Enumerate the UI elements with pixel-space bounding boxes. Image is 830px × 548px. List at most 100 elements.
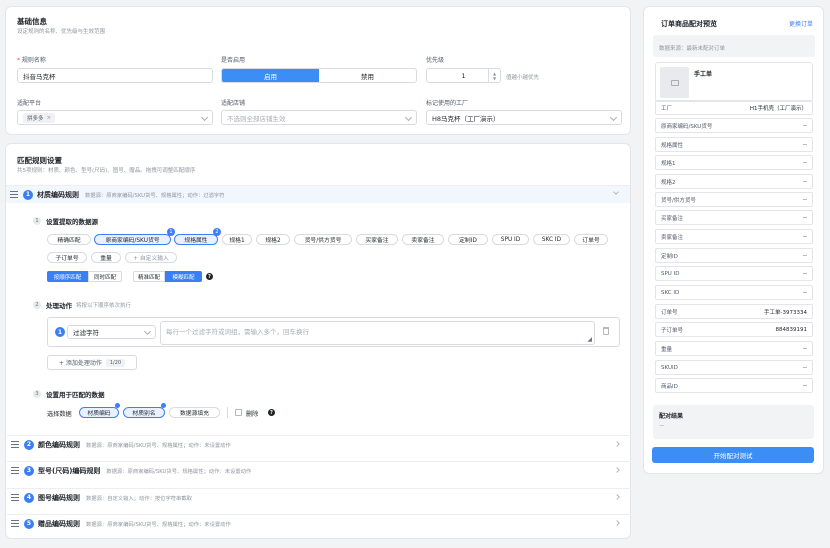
rule-row-material[interactable]: 1 材质编码规则 数据源：原商家编码/SKU货号、规格属性；动作：过滤字符 [6, 185, 630, 203]
preview-row-key: 定制ID [661, 253, 678, 260]
preview-row-key: 原商家编码/SKU货号 [661, 123, 713, 130]
tag-close-icon[interactable]: × [47, 115, 52, 121]
rule-row-size[interactable]: 3 型号(尺码)编码规则 数据源：原商家编码/SKU货号、规格属性；动作：未设置… [7, 461, 631, 479]
start-test-button[interactable]: 开始配对测试 [652, 447, 814, 463]
preview-row-value: 手工单-3973334 [764, 309, 807, 316]
add-action-button[interactable]: + 添加处理动作 1/20 [47, 355, 137, 370]
enabled-off-option[interactable]: 禁用 [319, 69, 416, 82]
chip-db-fill[interactable]: 数据源填充 [169, 407, 220, 418]
enabled-label: 是否启用 [221, 57, 246, 64]
preview-row-key: SKC ID [661, 289, 680, 296]
image-placeholder-icon [670, 79, 679, 86]
delete-label: 删除 [246, 411, 259, 418]
action-select[interactable]: 过滤字符 [67, 325, 156, 339]
preview-row: 子订单号 884839191 [655, 322, 813, 337]
chip-spec1[interactable]: 规格1 [222, 234, 252, 245]
chevron-down-icon [200, 113, 209, 122]
preview-row: 买家备注 -- [655, 210, 813, 225]
chevron-down-icon [609, 113, 618, 122]
help-icon[interactable]: ? [268, 409, 275, 416]
rule-name-label: * 规则名称 [17, 57, 46, 64]
drag-handle-icon[interactable] [11, 467, 19, 474]
preview-row-value: -- [803, 159, 807, 166]
add-action-label: + 添加处理动作 [58, 360, 102, 367]
chevron-right-icon[interactable] [614, 467, 620, 473]
chip-sku-code[interactable]: 原商家编码/SKU货号 [94, 234, 171, 245]
chip-seller-note[interactable]: 卖家备注 [402, 234, 444, 245]
chip-item-no[interactable]: 货号/供方货号 [294, 234, 352, 245]
shop-label: 适配店铺 [221, 100, 246, 107]
chip-sub-order-no[interactable]: 子订单号 [47, 252, 87, 263]
rule-number: 1 [23, 189, 33, 200]
platform-tag: 拼多多 × [23, 112, 56, 123]
rule-row-gift[interactable]: 5 赠品编码规则 数据源：原商家编码/SKU货号、规格属性；动作：未设置动作 [7, 514, 631, 532]
chevron-down-icon[interactable] [613, 189, 619, 195]
chip-order-no[interactable]: 订单号 [574, 234, 608, 245]
preview-row-value: -- [803, 382, 807, 389]
data-source-box: 数据来源：最新未配对订单 [653, 35, 815, 57]
chip-material-alias[interactable]: 材质别名 [123, 407, 165, 418]
filter-placeholder: 每行一个过滤字符或词组，需输入多个，回车换行 [166, 328, 309, 336]
switch-order-link[interactable]: 更换订单 [789, 19, 813, 28]
stepper-arrows[interactable]: ▲ ▼ [488, 69, 500, 82]
help-icon[interactable]: ? [206, 273, 213, 280]
preview-row-key: 规格1 [661, 160, 676, 167]
rule-row-color[interactable]: 2 颜色编码规则 数据源：原商家编码/SKU货号、规格属性；动作：未设置动作 [7, 435, 631, 453]
chip-buyer-note[interactable]: 买家备注 [356, 234, 398, 245]
rule-name-input[interactable]: 抖音马克杯 [17, 68, 213, 83]
fuzzy-match-button[interactable]: 模糊匹配 [165, 271, 202, 282]
select-data-label: 选择数据 [47, 411, 72, 418]
chevron-right-icon[interactable] [614, 494, 620, 500]
chip-exact-match[interactable]: 精确匹配 [47, 234, 91, 245]
preview-row-key: 货号/供方货号 [661, 197, 696, 204]
chip-custom-id[interactable]: 定制ID [448, 234, 488, 245]
enabled-on-option[interactable]: 启用 [222, 69, 319, 82]
chevron-right-icon[interactable] [614, 520, 620, 526]
exact-match-button[interactable]: 精准匹配 [133, 271, 165, 282]
basic-info-card: 基础信息 设定规则的名称、优先级与生效范围 * 规则名称 抖音马克杯 是否启用 … [5, 6, 631, 135]
match-rules-title: 匹配规则设置 [17, 156, 62, 165]
factory-select[interactable]: H8马克杯（工厂演示） [426, 110, 622, 125]
drag-handle-icon[interactable] [11, 520, 19, 527]
stepper-down-icon[interactable]: ▼ [493, 76, 496, 81]
preview-row-value: -- [803, 270, 807, 277]
chip-weight[interactable]: 重量 [91, 252, 121, 263]
match-result-value: — [659, 423, 665, 429]
priority-stepper[interactable]: 1 ▲ ▼ [426, 68, 501, 83]
drag-handle-icon[interactable] [10, 191, 18, 198]
basic-info-subtitle: 设定规则的名称、优先级与生效范围 [17, 29, 106, 35]
step-number: 1 [33, 217, 41, 225]
rule-name: 材质编码规则 [37, 190, 79, 199]
action-box: 1 过滤字符 每行一个过滤字符或词组，需输入多个，回车换行 ◢ [47, 317, 620, 347]
step3-header: 3 设置用于匹配的数据 [33, 389, 105, 399]
preview-row-value: -- [803, 345, 807, 352]
chip-spec2[interactable]: 规格2 [256, 234, 290, 245]
trash-icon[interactable] [603, 327, 609, 335]
rule-row-pattern[interactable]: 4 图号编码规则 数据源：自定义输入；动作：按位字符串截取 [7, 488, 631, 506]
shop-select[interactable]: 不选则全部店铺生效 [221, 110, 417, 125]
step1-header: 1 设置提取的数据源 [33, 216, 98, 226]
preview-row-key: 买家备注 [661, 215, 684, 222]
platform-select[interactable]: 拼多多 × [17, 110, 213, 125]
chevron-right-icon[interactable] [614, 441, 620, 447]
data-source-text: 数据来源：最新未配对订单 [659, 46, 726, 52]
platform-label: 适配平台 [17, 100, 42, 107]
order-match-button[interactable]: 按顺序匹配 [47, 271, 88, 282]
rule-desc: 数据源：原商家编码/SKU货号、规格属性；动作：未设置动作 [86, 521, 231, 528]
rule-number: 2 [24, 439, 34, 450]
delete-checkbox[interactable] [235, 409, 242, 416]
product-card: 手工单 [655, 62, 813, 102]
chip-custom-input[interactable]: + 自定义输入 [125, 252, 177, 263]
preview-row: 规格1 -- [655, 155, 813, 170]
simul-match-button[interactable]: 同时匹配 [88, 271, 122, 282]
chip-spec-attr[interactable]: 规格属性 [174, 234, 218, 245]
preview-row-key: SPU ID [661, 270, 680, 277]
drag-handle-icon[interactable] [11, 441, 19, 448]
chip-spu-id[interactable]: SPU ID [492, 234, 529, 245]
drag-handle-icon[interactable] [11, 494, 19, 501]
chip-skc-id[interactable]: SKC ID [533, 234, 570, 245]
chip-material-code[interactable]: 材质编码 [79, 407, 119, 418]
enabled-toggle[interactable]: 启用 禁用 [221, 68, 417, 83]
resize-handle-icon[interactable]: ◢ [587, 336, 592, 343]
filter-textarea[interactable]: 每行一个过滤字符或词组，需输入多个，回车换行 ◢ [160, 321, 595, 345]
